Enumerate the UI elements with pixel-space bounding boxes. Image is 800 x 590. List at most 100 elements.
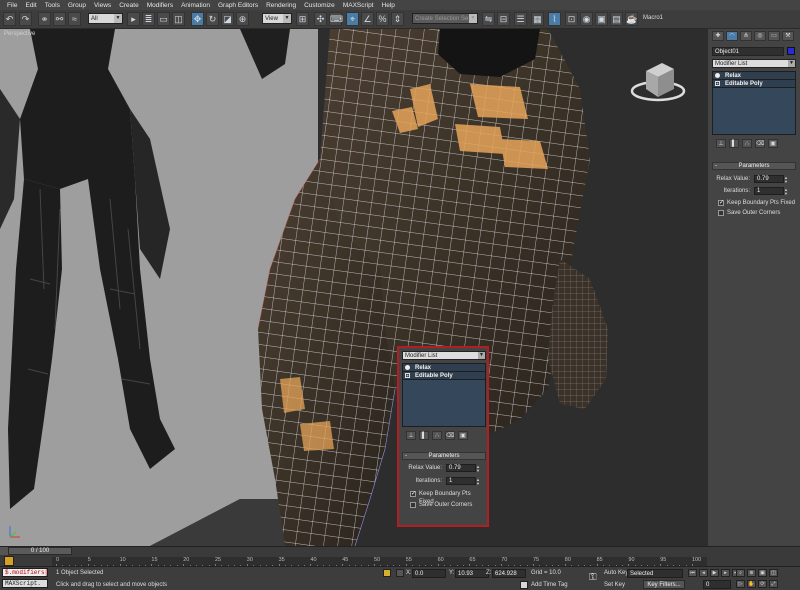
keyboard-shortcut-icon[interactable]: ⌨: [329, 12, 343, 26]
render-setup-icon[interactable]: ▣: [595, 12, 608, 26]
rendered-frame-icon[interactable]: ▤: [610, 12, 623, 26]
pivot-center-icon[interactable]: ⊞: [296, 12, 309, 26]
callout-iterations-spinner[interactable]: 1 ▲ ▼: [446, 477, 480, 485]
angle-snap-icon[interactable]: ∠: [361, 12, 374, 26]
menu-help[interactable]: Help: [378, 2, 399, 9]
layer-manager-icon[interactable]: ☰: [514, 12, 527, 26]
iterations-spinner[interactable]: 1 ▲ ▼: [754, 187, 788, 195]
undo-icon[interactable]: ↶: [3, 12, 16, 26]
render-production-icon[interactable]: ☕: [625, 12, 638, 26]
orbit-icon[interactable]: ⟳: [758, 580, 767, 588]
menu-animation[interactable]: Animation: [177, 2, 214, 9]
window-crossing-icon[interactable]: ◫: [172, 12, 185, 26]
auto-key-button[interactable]: Auto Key: [604, 570, 628, 576]
show-end-result-icon[interactable]: ▌: [729, 139, 739, 148]
align-icon[interactable]: ⊟: [497, 12, 510, 26]
show-end-result-icon[interactable]: ▌: [419, 431, 429, 440]
menu-group[interactable]: Group: [64, 2, 90, 9]
callout-modifier-list-dropdown[interactable]: Modifier List ▼: [402, 351, 486, 360]
y-coordinate-field[interactable]: 10.93: [455, 569, 489, 578]
prev-frame-icon[interactable]: ◂: [699, 569, 708, 577]
modify-tab-icon[interactable]: ◠: [726, 31, 738, 41]
remove-modifier-icon[interactable]: ⌫: [755, 139, 765, 148]
callout-relax-value-spinner[interactable]: 0.79 ▲ ▼: [446, 464, 480, 472]
callout-modifier-stack[interactable]: Relax + Editable Poly: [402, 363, 486, 427]
make-unique-icon[interactable]: ∴: [432, 431, 442, 440]
rotate-icon[interactable]: ↻: [206, 12, 219, 26]
zoom-extents-all-icon[interactable]: ◫: [769, 569, 778, 577]
key-filters-button[interactable]: Key Filters...: [643, 580, 685, 589]
maxscript-listener-line2[interactable]: MAXScript.: [2, 579, 48, 588]
utilities-tab-icon[interactable]: ⚒: [782, 31, 794, 41]
stack-item-editable-poly[interactable]: + Editable Poly: [713, 80, 795, 88]
select-manipulate-icon[interactable]: ✣: [314, 12, 327, 26]
display-tab-icon[interactable]: ▭: [768, 31, 780, 41]
save-outer-checkbox[interactable]: Save Outer Corners: [718, 209, 780, 217]
current-frame-field[interactable]: 0: [703, 580, 731, 589]
make-unique-icon[interactable]: ∴: [742, 139, 752, 148]
curve-editor-icon[interactable]: ⌇: [548, 12, 561, 26]
pin-stack-icon[interactable]: ⊥: [716, 139, 726, 148]
stack-item-relax[interactable]: Relax: [713, 72, 795, 80]
selection-filter-dropdown[interactable]: All ▼: [88, 13, 123, 24]
menu-edit[interactable]: Edit: [21, 2, 40, 9]
expand-icon[interactable]: +: [715, 81, 720, 86]
modifier-list-dropdown[interactable]: Modifier List ▼: [712, 59, 796, 68]
perspective-viewport[interactable]: Perspective Modifier List ▼ Relax + Editab…: [0, 29, 708, 546]
viewcube-icon[interactable]: [628, 55, 688, 115]
z-coordinate-field[interactable]: 624.928: [492, 569, 526, 578]
menu-customize[interactable]: Customize: [300, 2, 339, 9]
mini-curve-editor-icon[interactable]: [4, 556, 14, 566]
pan-icon[interactable]: ✋: [747, 580, 756, 588]
graphite-ribbon-icon[interactable]: ▦: [531, 12, 544, 26]
ref-coord-dropdown[interactable]: View ▼: [262, 13, 292, 24]
go-start-icon[interactable]: ⏮: [688, 569, 697, 577]
play-icon[interactable]: ▶: [710, 569, 719, 577]
menu-rendering[interactable]: Rendering: [262, 2, 300, 9]
zoom-icon[interactable]: ⌕: [736, 569, 745, 577]
link-icon[interactable]: ⚭: [38, 12, 51, 26]
absolute-mode-icon[interactable]: [396, 569, 404, 577]
time-slider[interactable]: 0 / 100: [8, 547, 72, 555]
field-of-view-icon[interactable]: ▷: [736, 580, 745, 588]
callout-stack-item-editable-poly[interactable]: + Editable Poly: [403, 372, 485, 380]
menu-file[interactable]: File: [3, 2, 21, 9]
key-mode-dropdown[interactable]: Selected: [627, 569, 683, 578]
callout-parameters-rollout[interactable]: - Parameters: [402, 452, 486, 460]
configure-sets-icon[interactable]: ▣: [768, 139, 778, 148]
callout-save-outer-checkbox[interactable]: Save Outer Corners: [410, 501, 472, 509]
remove-modifier-icon[interactable]: ⌫: [445, 431, 455, 440]
callout-stack-item-relax[interactable]: Relax: [403, 364, 485, 372]
parameters-rollout[interactable]: - Parameters: [712, 162, 796, 170]
schematic-view-icon[interactable]: ⊡: [565, 12, 578, 26]
callout-keep-boundary-checkbox[interactable]: ✓ Keep Boundary Pts Fixed: [410, 490, 487, 505]
scale-icon[interactable]: ◪: [221, 12, 234, 26]
redo-icon[interactable]: ↷: [19, 12, 32, 26]
manipulate-icon[interactable]: ⊕: [236, 12, 249, 26]
pin-stack-icon[interactable]: ⊥: [406, 431, 416, 440]
spinner-snap-icon[interactable]: ⇕: [391, 12, 404, 26]
material-editor-icon[interactable]: ◉: [580, 12, 593, 26]
object-name-field[interactable]: Object01: [712, 47, 784, 56]
menu-maxscript[interactable]: MAXScript: [339, 2, 378, 9]
expand-icon[interactable]: +: [405, 373, 410, 378]
select-object-icon[interactable]: ▸: [127, 12, 140, 26]
macro-label[interactable]: Macro1: [643, 15, 663, 21]
mirror-icon[interactable]: ⇋: [482, 12, 495, 26]
bind-space-warp-icon[interactable]: ≈: [68, 12, 81, 26]
menu-modifiers[interactable]: Modifiers: [143, 2, 177, 9]
x-coordinate-field[interactable]: 0.0: [412, 569, 446, 578]
snap-toggle-icon[interactable]: ⌖: [346, 12, 359, 26]
next-frame-icon[interactable]: ▸: [721, 569, 730, 577]
viewport-label[interactable]: Perspective: [4, 31, 35, 37]
percent-snap-icon[interactable]: %: [376, 12, 389, 26]
add-time-tag[interactable]: Add Time Tag: [531, 582, 568, 588]
hierarchy-tab-icon[interactable]: ⋔: [740, 31, 752, 41]
named-selection-input[interactable]: Create Selection Se ▼: [412, 13, 478, 24]
time-tag-icon[interactable]: [520, 581, 528, 589]
modifier-stack[interactable]: Relax + Editable Poly: [712, 71, 796, 135]
rect-selection-icon[interactable]: ▭: [157, 12, 170, 26]
create-tab-icon[interactable]: ✚: [712, 31, 724, 41]
relax-value-spinner[interactable]: 0.79 ▲ ▼: [754, 175, 788, 183]
zoom-extents-icon[interactable]: ▣: [758, 569, 767, 577]
